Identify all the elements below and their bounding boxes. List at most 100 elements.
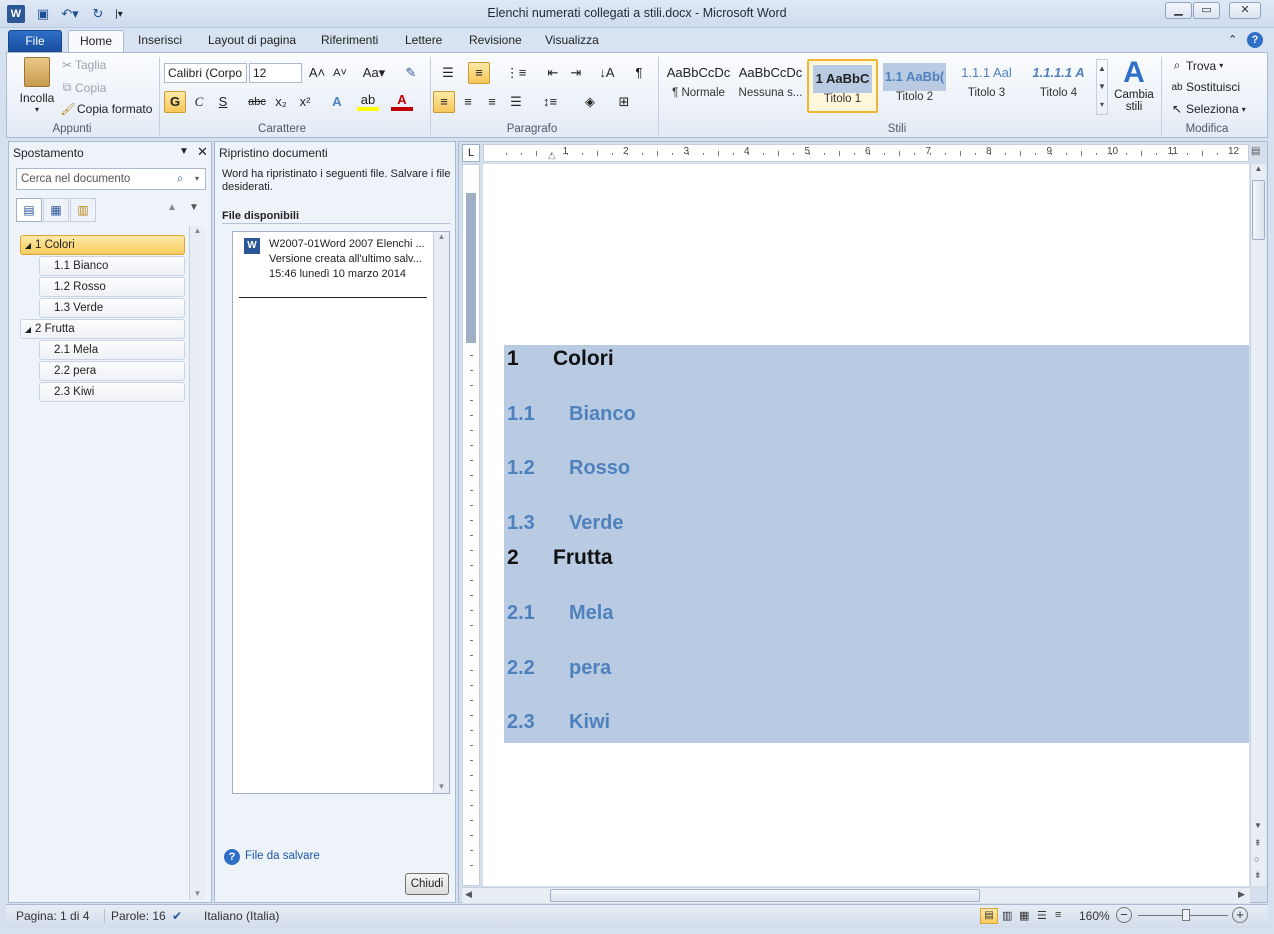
document-vertical-scrollbar[interactable]: ▲ ▼ ⇞ ○ ⇟ (1250, 164, 1266, 886)
bold-button[interactable]: G (164, 91, 186, 113)
increase-indent-icon[interactable]: ⇥ (565, 62, 587, 84)
find-button[interactable]: ⌕ Trova ▾ (1168, 58, 1224, 73)
align-right-icon[interactable]: ≡ (481, 91, 503, 113)
horizontal-scroll-thumb[interactable] (550, 889, 980, 902)
word-count[interactable]: Parole: 16 (104, 909, 166, 923)
draft-view-icon[interactable]: ≡ (1055, 909, 1061, 921)
search-dropdown-icon[interactable]: ▾ (195, 169, 199, 189)
restore-button[interactable]: ▭ (1193, 2, 1220, 19)
browse-object-icon[interactable]: ○ (1254, 854, 1259, 864)
format-painter-button[interactable]: 🖌 Copia formato (59, 102, 152, 116)
recovery-scrollbar[interactable]: ▲ ▼ (433, 232, 449, 793)
paste-button[interactable]: Incolla ▾ (17, 57, 57, 115)
style-normal[interactable]: AaBbCcDc ¶ Normale (663, 59, 734, 113)
close-window-button[interactable]: ✕ (1229, 2, 1261, 19)
zoom-level[interactable]: 160% (1079, 909, 1110, 923)
line-spacing-icon[interactable]: ↕≡ (539, 91, 561, 113)
web-layout-icon[interactable]: ▦ (1019, 909, 1029, 922)
view-ruler-icon[interactable]: ▤ (1251, 146, 1265, 160)
nav-heading-item[interactable]: 2.3 Kiwi (39, 382, 185, 402)
expand-arrow-icon[interactable]: ◢ (21, 321, 35, 339)
font-color-icon[interactable]: A (391, 91, 413, 111)
close-pane-icon[interactable]: ✕ (197, 144, 208, 160)
replace-button[interactable]: ab Sostituisci (1168, 80, 1240, 94)
nav-heading-item[interactable]: 1.1 Bianco (39, 256, 185, 276)
strikethrough-button[interactable]: abc (246, 91, 268, 113)
font-name-combo[interactable]: Calibri (Corpo (164, 63, 247, 83)
nav-heading-item[interactable]: ◢ 2 Frutta (20, 319, 185, 339)
align-center-icon[interactable]: ≡ (457, 91, 479, 113)
nav-heading-item[interactable]: 1.2 Rosso (39, 277, 185, 297)
select-button[interactable]: ↖ Seleziona ▾ (1168, 102, 1246, 116)
files-to-save-link[interactable]: File da salvare (245, 850, 320, 862)
tab-mailings[interactable]: Lettere (405, 30, 442, 52)
recovered-file-item[interactable]: W2007-01Word 2007 Elenchi ... Versione c… (269, 237, 429, 282)
shrink-font-icon[interactable]: A˅ (329, 62, 351, 84)
sort-icon[interactable]: ↓A (596, 62, 618, 84)
proofing-icon[interactable]: ✔ (172, 909, 182, 923)
copy-button[interactable]: ⧉ Copia (59, 80, 107, 95)
italic-button[interactable]: C (188, 91, 210, 113)
full-screen-reading-icon[interactable]: ▥ (1002, 909, 1012, 922)
page-count[interactable]: Pagina: 1 di 4 (16, 909, 89, 923)
styles-scroll-icon[interactable]: ▲ ▼ ▾ (1096, 59, 1108, 115)
style-heading-1[interactable]: 1 AaBbC Titolo 1 (807, 59, 878, 113)
subscript-button[interactable]: x₂ (270, 91, 292, 113)
style-no-spacing[interactable]: AaBbCcDc Nessuna s... (735, 59, 806, 113)
borders-icon[interactable]: ⊞ (613, 91, 635, 113)
nav-scrollbar[interactable]: ▲ ▼ (189, 226, 205, 900)
indent-marker-icon[interactable]: △ (548, 150, 556, 161)
tab-references[interactable]: Riferimenti (321, 30, 378, 52)
bullets-icon[interactable]: ☰ (437, 62, 459, 84)
superscript-button[interactable]: x² (294, 91, 316, 113)
next-heading-icon[interactable]: ▼ (189, 202, 199, 213)
document-horizontal-scrollbar[interactable]: ◀ ▶ (462, 887, 1250, 903)
justify-icon[interactable]: ☰ (505, 91, 527, 113)
expand-arrow-icon[interactable]: ◢ (21, 237, 35, 255)
vertical-scroll-thumb[interactable] (1252, 180, 1265, 240)
zoom-in-icon[interactable]: + (1232, 907, 1248, 923)
change-styles-button[interactable]: A Cambia stili (1113, 57, 1155, 114)
close-recovery-button[interactable]: Chiudi (405, 873, 449, 895)
tab-home[interactable]: Home (68, 30, 124, 52)
tab-file[interactable]: File (8, 30, 62, 52)
language-status[interactable]: Italiano (Italia) (204, 909, 279, 923)
decrease-indent-icon[interactable]: ⇤ (542, 62, 564, 84)
tab-layout[interactable]: Layout di pagina (208, 30, 296, 52)
vertical-ruler[interactable] (462, 164, 480, 886)
style-heading-2[interactable]: 1.1 AaBb( Titolo 2 (879, 59, 950, 113)
cut-button[interactable]: ✂ Taglia (59, 58, 106, 72)
highlight-icon[interactable]: ab (357, 91, 379, 111)
nav-heading-item[interactable]: 1.3 Verde (39, 298, 185, 318)
change-case-icon[interactable]: Aa▾ (361, 62, 387, 84)
horizontal-ruler[interactable]: 1 2 3 4 5 6 7 8 9 10 11 12 (483, 144, 1249, 162)
zoom-out-icon[interactable]: − (1116, 907, 1132, 923)
minimize-ribbon-icon[interactable]: ⌃ (1228, 30, 1237, 52)
tab-insert[interactable]: Inserisci (138, 30, 182, 52)
outline-view-icon[interactable]: ☰ (1037, 909, 1047, 922)
next-page-icon[interactable]: ⇟ (1254, 870, 1262, 881)
show-formatting-icon[interactable]: ¶ (628, 62, 650, 84)
underline-button[interactable]: S (212, 91, 234, 113)
grow-font-icon[interactable]: A˄ (306, 62, 328, 84)
minimize-button[interactable]: ▁ (1165, 2, 1192, 19)
style-heading-3[interactable]: 1.1.1 Aal Titolo 3 (951, 59, 1022, 113)
clear-format-icon[interactable]: ✎ (400, 62, 422, 84)
style-heading-4[interactable]: 1.1.1.1 A Titolo 4 (1023, 59, 1094, 113)
print-layout-icon[interactable]: ▤ (980, 908, 998, 924)
nav-heading-item[interactable]: ◢ 1 Colori (20, 235, 185, 255)
shading-icon[interactable]: ◈ (579, 91, 601, 113)
nav-heading-item[interactable]: 2.1 Mela (39, 340, 185, 360)
nav-heading-item[interactable]: 2.2 pera (39, 361, 185, 381)
previous-page-icon[interactable]: ⇞ (1254, 838, 1262, 849)
text-effects-icon[interactable]: A (326, 91, 348, 113)
align-left-icon[interactable]: ≡ (433, 91, 455, 113)
numbering-icon[interactable]: ≡ (468, 62, 490, 84)
tab-selector-icon[interactable]: L (462, 144, 480, 162)
multilevel-list-icon[interactable]: ⋮≡ (505, 62, 527, 84)
tab-view[interactable]: Visualizza (545, 30, 599, 52)
zoom-slider-thumb[interactable] (1182, 909, 1190, 921)
help-icon[interactable]: ? (1247, 32, 1263, 48)
font-size-combo[interactable]: 12 (249, 63, 302, 83)
tab-review[interactable]: Revisione (469, 30, 522, 52)
